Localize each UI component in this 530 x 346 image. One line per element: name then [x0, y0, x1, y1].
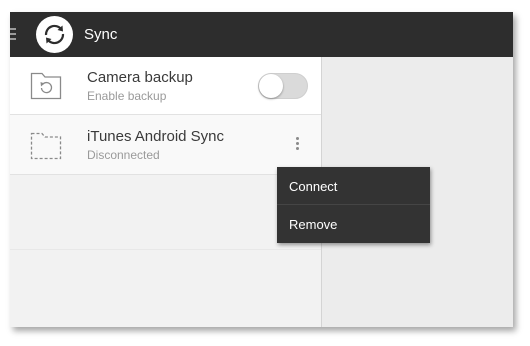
row-title: Camera backup	[87, 69, 193, 86]
row-subtitle: Disconnected	[87, 148, 160, 162]
list-item-camera-backup[interactable]: Camera backup Enable backup	[10, 57, 321, 115]
row-subtitle: Enable backup	[87, 89, 167, 103]
popup-menu: Connect Remove	[277, 167, 430, 243]
page-title: Sync	[84, 26, 118, 43]
list-item-itunes-sync[interactable]: iTunes Android Sync Disconnected	[10, 115, 321, 175]
camera-backup-toggle[interactable]	[258, 73, 308, 99]
overflow-menu-icon[interactable]	[294, 137, 300, 153]
sync-logo-icon[interactable]	[36, 16, 73, 53]
hamburger-icon[interactable]	[10, 28, 16, 40]
menu-item-remove[interactable]: Remove	[277, 205, 430, 243]
camera-backup-folder-icon	[30, 70, 62, 100]
divider	[10, 249, 321, 250]
dashed-folder-icon	[30, 130, 62, 160]
action-bar: Sync	[10, 12, 513, 57]
menu-item-connect[interactable]: Connect	[277, 167, 430, 205]
app-window: Sync Camera backup Enable backup iTunes …	[10, 12, 513, 327]
row-title: iTunes Android Sync	[87, 128, 225, 145]
sync-list: Camera backup Enable backup iTunes Andro…	[10, 57, 322, 327]
toggle-knob	[259, 74, 283, 98]
